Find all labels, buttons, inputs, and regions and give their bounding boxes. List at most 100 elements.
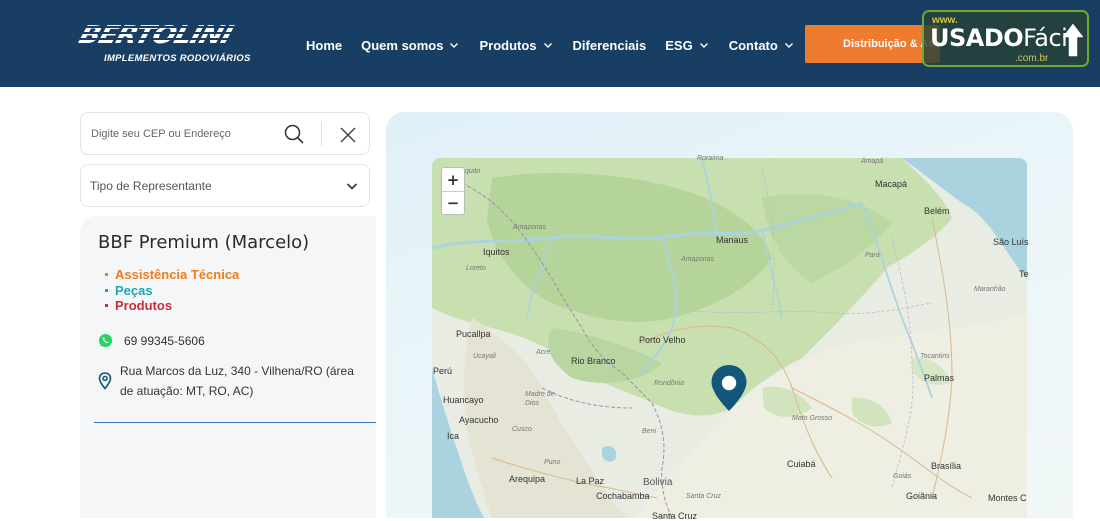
- logo-wordmark: BERTOLINI: [75, 21, 236, 50]
- address-search: [80, 112, 370, 155]
- map-label: Manaus: [716, 235, 749, 245]
- map-label: Goiânia: [906, 491, 938, 501]
- bullet-icon: [105, 288, 108, 292]
- map-region-label: Pará: [865, 252, 880, 259]
- map-region-label: Beni: [642, 428, 657, 435]
- main-nav: Home Quem somos Produtos Diferenciais ES…: [306, 36, 814, 54]
- map-region-label: Amapá: [861, 158, 884, 165]
- map-label: São Luís: [993, 237, 1029, 247]
- nav-label: Quem somos: [361, 37, 444, 53]
- map-region-label: Tocantins: [920, 353, 950, 360]
- service-label: Peças: [115, 282, 153, 298]
- map-label: Iquitos: [483, 247, 510, 257]
- nav-produtos[interactable]: Produtos: [479, 38, 553, 53]
- map-region-label: quito: [465, 168, 481, 175]
- map-label: Bolivia: [643, 477, 673, 488]
- chevron-down-icon: [543, 43, 552, 48]
- map-zoom-control: + −: [441, 167, 465, 215]
- map-label: Brasília: [931, 461, 962, 471]
- close-icon[interactable]: [338, 125, 358, 145]
- search-icon[interactable]: [281, 121, 307, 147]
- representative-list: BBF Premium (Marcelo) Assistência Técnic…: [80, 216, 376, 518]
- map-label: Montes C: [988, 493, 1027, 503]
- distribution-button[interactable]: Distribuição & Assistência: [805, 25, 940, 63]
- map-region-label: Santa Cruz: [686, 493, 722, 500]
- phone-number: 69 99345-5606: [124, 333, 205, 348]
- map-label: Perú: [433, 366, 453, 376]
- nav-diferenciais[interactable]: Diferenciais: [573, 38, 647, 53]
- map-region-label: Roraima: [697, 155, 724, 162]
- address-text: Rua Marcos da Luz, 340 - Vilhena/RO (áre…: [120, 364, 354, 398]
- representative-name[interactable]: BBF Premium (Marcelo): [98, 232, 309, 253]
- map-label: Palmas: [924, 373, 955, 383]
- search-divider: [321, 122, 322, 146]
- site-header: BERTOLINI IMPLEMENTOS RODOVIÁRIOS Home Q…: [0, 0, 1100, 87]
- map-label: Te: [1019, 269, 1029, 279]
- map-region-label: Ucayali: [473, 353, 496, 360]
- map-region-label: Acre: [536, 349, 551, 356]
- map-region-label: Cusco: [512, 426, 532, 433]
- map-label: Pucallpa: [456, 329, 491, 339]
- watermark-brand-a: USADO: [930, 24, 1024, 52]
- arrow-up-icon: [1062, 23, 1084, 57]
- zoom-out-button[interactable]: −: [442, 191, 464, 214]
- search-input[interactable]: [91, 124, 281, 144]
- service-tag: Produtos: [105, 298, 239, 314]
- brand-logo[interactable]: BERTOLINI IMPLEMENTOS RODOVIÁRIOS: [75, 20, 270, 68]
- map-region-label: Goiás: [893, 473, 912, 480]
- service-tag: Assistência Técnica: [105, 267, 239, 283]
- map-region-label: Amazonas: [513, 224, 547, 231]
- map-label: Macapá: [875, 179, 908, 189]
- map-label: Santa Cruz: [652, 511, 698, 521]
- map-label: Cochabamba: [596, 491, 650, 501]
- select-label: Tipo de Representante: [90, 179, 212, 193]
- nav-label: ESG: [665, 37, 693, 53]
- service-label: Assistência Técnica: [115, 267, 240, 282]
- nav-label: Contato: [728, 37, 778, 53]
- representative-phone[interactable]: 69 99345-5606: [98, 333, 205, 348]
- nav-contato[interactable]: Contato: [729, 38, 795, 53]
- map-region-label: Maranhão: [974, 286, 1006, 293]
- chevron-down-icon: [346, 183, 358, 190]
- map-label: Ayacucho: [459, 415, 499, 425]
- zoom-in-button[interactable]: +: [442, 168, 464, 191]
- usadofacil-watermark: www. USADOFácil .com.br: [922, 10, 1089, 67]
- map-label: Cuiabá: [787, 459, 816, 469]
- map-region-label: Mato Grosso: [792, 415, 833, 422]
- map-region-label: Rondônia: [654, 380, 684, 387]
- map-region-label: Loreto: [466, 265, 486, 272]
- map-region-label: Puno: [544, 459, 561, 466]
- map-label: Rio Branco: [571, 356, 616, 366]
- list-separator: [94, 422, 376, 423]
- nav-label: Diferenciais: [572, 37, 647, 53]
- map-label: Arequipa: [509, 474, 546, 484]
- watermark-domain: .com.br: [1015, 53, 1049, 64]
- service-tag: Peças: [105, 283, 239, 299]
- nav-home[interactable]: Home: [306, 38, 342, 53]
- service-tags: Assistência Técnica Peças Produtos: [105, 267, 239, 314]
- location-pin-icon: [98, 372, 112, 390]
- whatsapp-icon: [98, 333, 113, 348]
- representative-address: Rua Marcos da Luz, 340 - Vilhena/RO (áre…: [98, 361, 366, 401]
- map-label: La Paz: [576, 476, 605, 486]
- chevron-down-icon: [784, 43, 793, 48]
- logo-tagline: IMPLEMENTOS RODOVIÁRIOS: [104, 53, 251, 64]
- map-region-label: Madre de Dios: [525, 391, 555, 407]
- map-label: Huancayo: [443, 395, 484, 405]
- nav-quem-somos[interactable]: Quem somos: [361, 38, 460, 53]
- map-label: Porto Velho: [639, 335, 686, 345]
- service-label: Produtos: [115, 298, 173, 313]
- bullet-icon: [105, 273, 108, 277]
- representative-type-select[interactable]: Tipo de Representante: [80, 164, 370, 207]
- map-label: Ica: [447, 431, 460, 441]
- nav-label: Produtos: [479, 37, 537, 53]
- chevron-down-icon: [450, 43, 459, 48]
- map-label: Belém: [924, 206, 950, 216]
- map-region-label: Amazonas: [681, 256, 715, 263]
- bullet-icon: [105, 304, 108, 308]
- watermark-brand: USADOFácil: [930, 24, 1074, 52]
- chevron-down-icon: [699, 43, 708, 48]
- map-marker-icon[interactable]: [710, 364, 748, 412]
- nav-label: Home: [306, 37, 343, 53]
- nav-esg[interactable]: ESG: [665, 38, 709, 53]
